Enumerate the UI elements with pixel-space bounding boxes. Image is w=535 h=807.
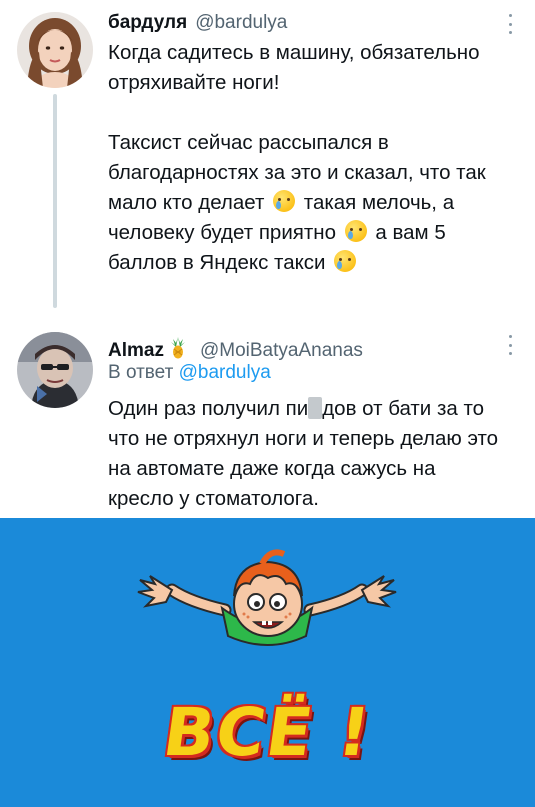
text-line: мало кто делает такая мелочь, а [108, 190, 455, 214]
tweet-header: Almaz @MoiBatyaAnanas [108, 334, 363, 362]
reply-prefix: В ответ [108, 362, 174, 383]
replying-to: В ответ @bardulya [108, 362, 271, 384]
text-line: Когда садитесь в машину, обязательно [108, 41, 480, 64]
text-line: баллов в Яндекс такси [108, 248, 518, 278]
thread-connector-line [53, 94, 57, 308]
text-line: кресло у стоматолога. [108, 487, 319, 510]
crying-face-icon [273, 190, 296, 212]
crying-face-icon [334, 250, 357, 272]
tweet-text: Один раз получил пи дов от бати за то что… [108, 394, 523, 514]
text-line: что не отряхнул ноги и теперь делаю это [108, 427, 499, 450]
image-caption: ВСЁ ! [158, 694, 377, 771]
user-handle[interactable]: @MoiBatyaAnanas [200, 340, 363, 362]
display-name[interactable]: бардуля [108, 12, 187, 34]
text-line: Один раз получил пи дов от бати за то [108, 397, 485, 420]
tweet-moibatyaananas[interactable]: Almaz @MoiBatyaAnanas В ответ @bardulya … [0, 320, 535, 518]
avatar-almaz[interactable] [17, 332, 93, 408]
more-options-icon[interactable] [501, 11, 519, 37]
avatar-bardulya[interactable] [17, 12, 93, 88]
reply-mention-link[interactable]: @bardulya [179, 362, 271, 383]
text-line: Таксист сейчас рассыпался в [108, 131, 389, 154]
tweet-text: Когда садитесь в машину, обязательно отр… [108, 38, 518, 278]
more-options-icon[interactable] [501, 332, 519, 358]
text-line: отряхивайте ноги! [108, 71, 280, 94]
tweet-header: бардуля @bardulya [108, 12, 287, 34]
text-line: человеку будет приятно а вам 5 [108, 220, 446, 244]
display-name[interactable]: Almaz [108, 340, 164, 362]
text-line: на автомате даже когда сажусь на [108, 457, 436, 480]
pineapple-icon [170, 337, 186, 359]
text-line: благодарностях за это и сказал, что так [108, 161, 486, 184]
censor-block [308, 397, 323, 419]
crying-face-icon [344, 220, 367, 242]
user-handle[interactable]: @bardulya [195, 12, 287, 34]
attached-image[interactable]: ВСЁ ! [0, 518, 535, 807]
tweet-bardulya[interactable]: бардуля @bardulya Когда садитесь в машин… [0, 0, 535, 320]
